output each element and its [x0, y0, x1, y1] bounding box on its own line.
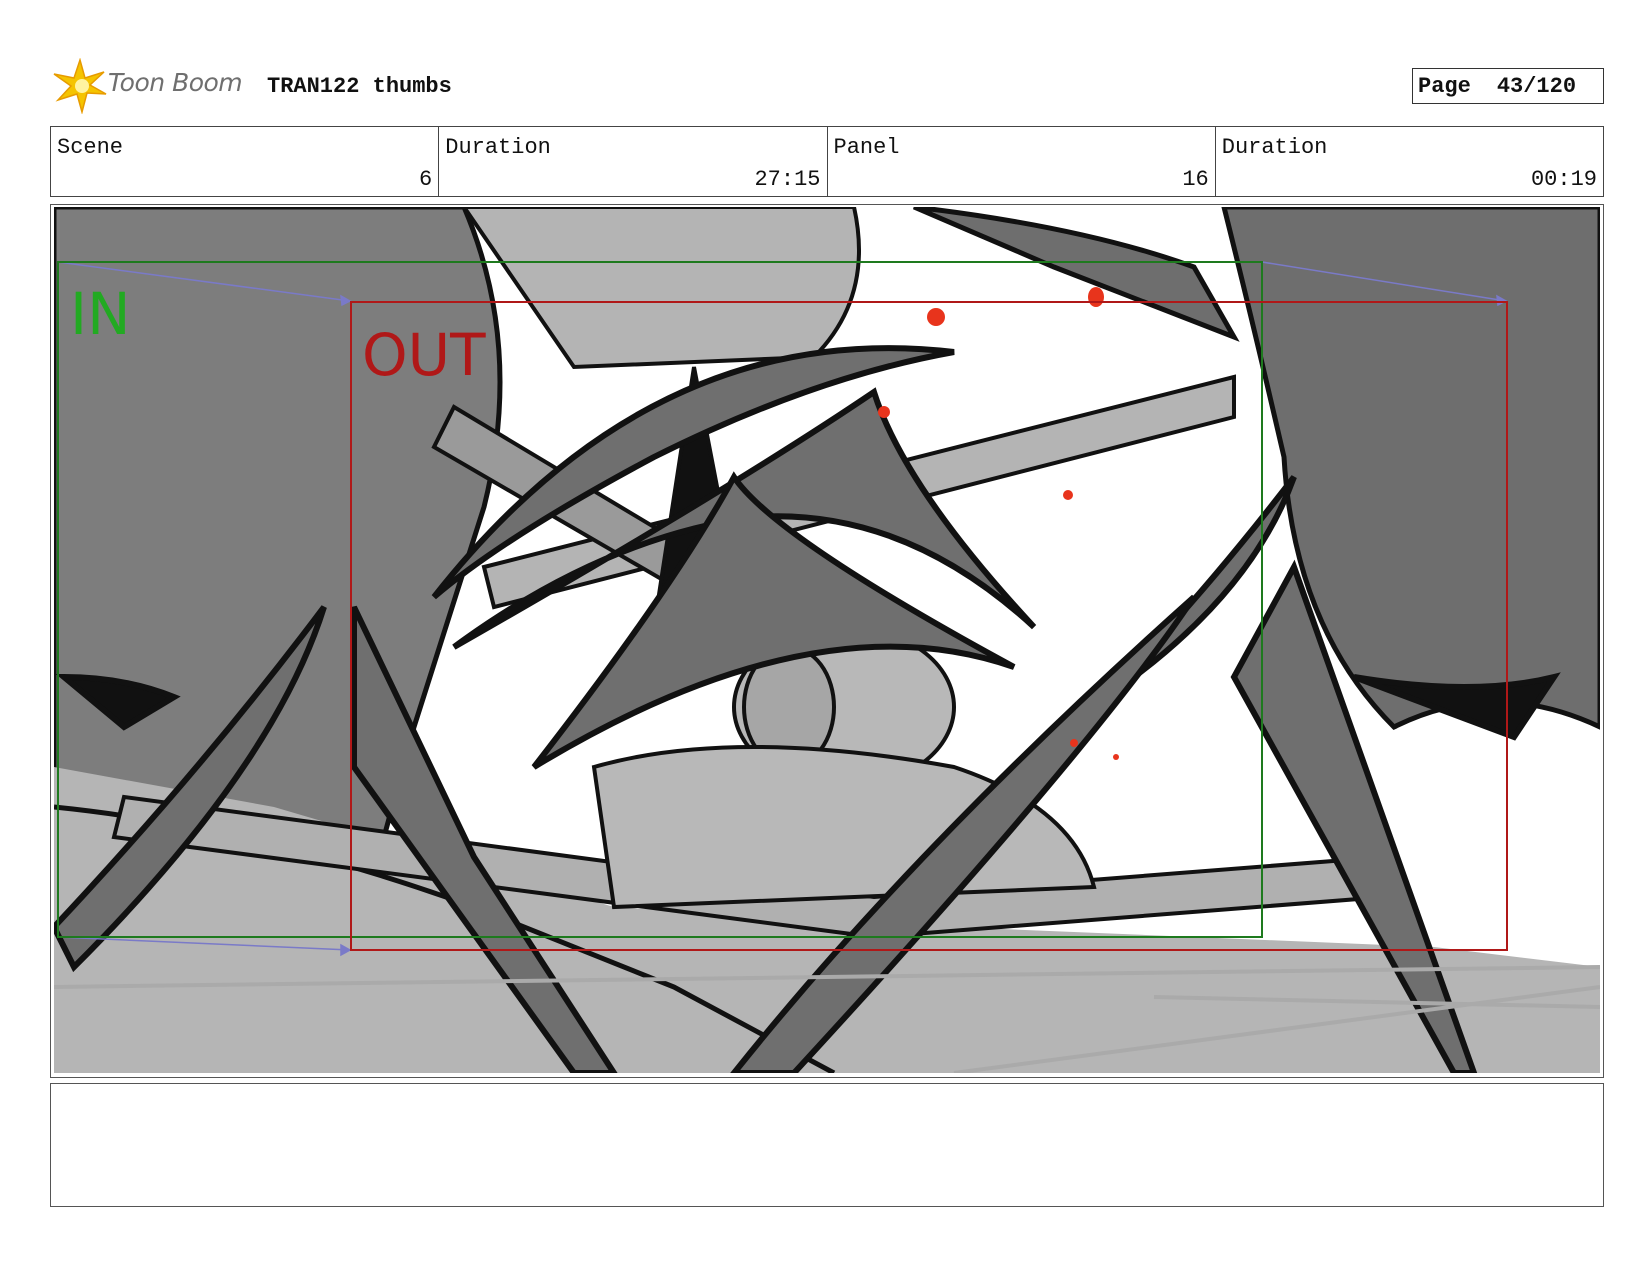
panel-duration-value: 00:19 [1530, 167, 1597, 192]
panel-duration-cell: Duration 00:19 [1216, 127, 1603, 196]
page-number: 43/120 [1496, 73, 1577, 99]
storyboard-panel: IN OUT [54, 207, 1600, 1073]
scene-duration-value: 27:15 [754, 167, 821, 192]
scene-duration-caption: Duration [445, 135, 551, 160]
panel-caption: Panel [833, 135, 900, 160]
scene-cell: Scene 6 [51, 127, 440, 196]
panel-duration-caption: Duration [1221, 135, 1328, 160]
scene-duration-cell: Duration 27:15 [439, 127, 828, 196]
out-label: OUT [362, 321, 486, 389]
in-label: IN [70, 280, 131, 348]
scene-caption: Scene [57, 135, 124, 160]
panel-value: 16 [1182, 167, 1209, 192]
panel-cell: Panel 16 [828, 127, 1216, 196]
page-indicator: Page 43/120 [1412, 68, 1604, 104]
star-burst-icon [53, 57, 107, 115]
page-label: Page [1418, 73, 1471, 99]
scene-value: 6 [419, 167, 433, 192]
notes-box[interactable] [50, 1083, 1604, 1207]
panel-drawing: IN OUT [54, 207, 1600, 1073]
project-title: TRAN122 thumbs [267, 74, 452, 99]
panel-info-table: Scene 6 Duration 27:15 Panel 16 Duration… [50, 126, 1604, 197]
logo-text: Toon Boom [108, 68, 243, 97]
toon-boom-logo: Toon Boom [52, 57, 252, 115]
